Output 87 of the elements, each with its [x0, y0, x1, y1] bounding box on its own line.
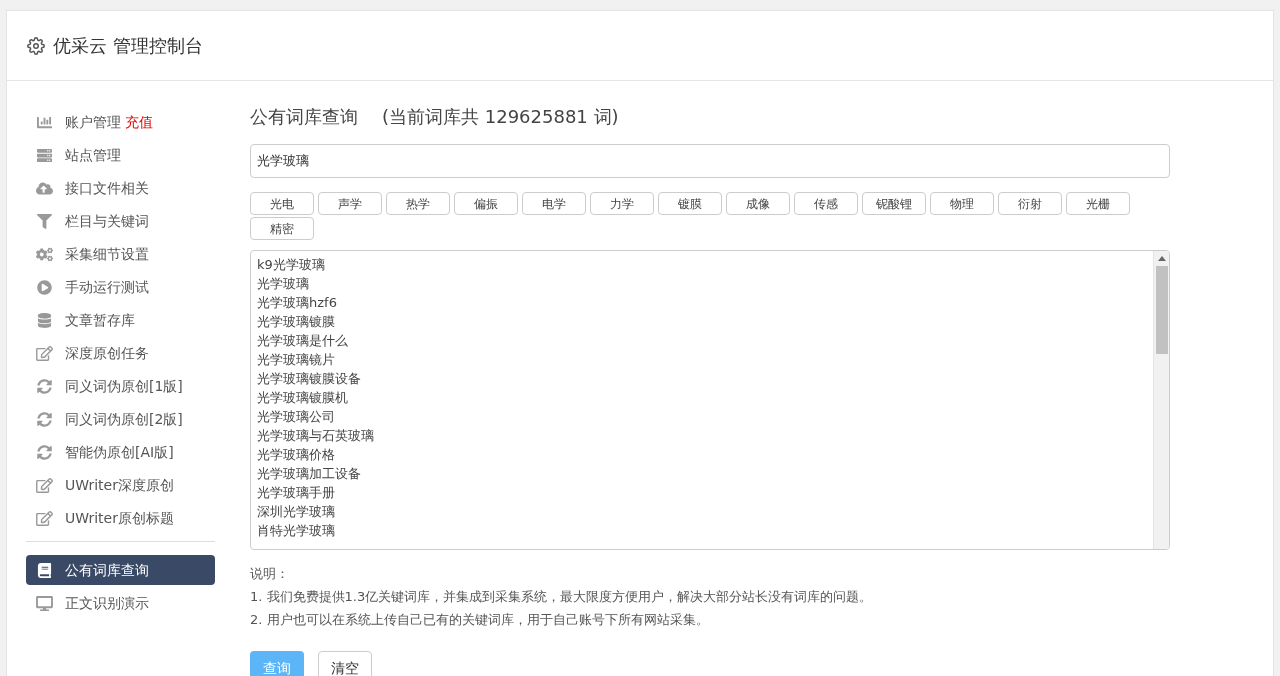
note-text: 1. 我们免费提供1.3亿关键词库，并集成到采集系统，最大限度方便用户，解决大部分站长没有词库的问题。	[250, 588, 874, 606]
result-item[interactable]: 光学玻璃与石英玻璃	[257, 426, 1147, 445]
play-icon	[36, 279, 53, 295]
scrollbar-thumb[interactable]	[1155, 266, 1168, 354]
database-icon	[36, 312, 53, 328]
sidebar-item[interactable]: 正文识别演示	[26, 588, 215, 618]
result-item[interactable]: 光学玻璃镀膜设备	[257, 369, 1147, 388]
result-item[interactable]: k9光学玻璃	[257, 255, 1147, 274]
result-item[interactable]: 光学玻璃镀膜	[257, 312, 1147, 331]
word-count: (当前词库共 129625881 词)	[382, 105, 619, 129]
result-item[interactable]: 肖特光学玻璃	[257, 521, 1147, 540]
sidebar-label: 账户管理	[65, 112, 121, 132]
scroll-up-arrow-icon[interactable]	[1157, 256, 1166, 261]
search-field[interactable]: 光学玻璃	[250, 144, 1170, 178]
page-title: 公有词库查询	[250, 105, 358, 129]
edit-icon	[36, 345, 53, 361]
tag-button[interactable]: 偏振	[454, 192, 518, 215]
edit-icon	[36, 477, 53, 493]
result-item[interactable]: 光学玻璃手册	[257, 483, 1147, 502]
sidebar-item[interactable]: 接口文件相关	[26, 173, 215, 203]
sidebar-label: 接口文件相关	[65, 178, 149, 198]
bar-chart-icon	[36, 114, 53, 130]
refresh-icon	[36, 378, 53, 394]
settings-icon	[27, 36, 45, 55]
tag-button[interactable]: 成像	[726, 192, 790, 215]
result-item[interactable]: 光学玻璃	[257, 274, 1147, 293]
sidebar-label: 智能伪原创[AI版]	[65, 442, 174, 462]
tag-button[interactable]: 声学	[318, 192, 382, 215]
sidebar-label: 栏目与关键词	[65, 211, 149, 231]
notes-title: 说明：	[250, 565, 290, 583]
tag-button[interactable]: 物理	[930, 192, 994, 215]
sidebar-label: 公有词库查询	[65, 560, 149, 580]
sidebar-item[interactable]: 同义词伪原创[2版]	[26, 404, 215, 434]
sidebar-item[interactable]: 深度原创任务	[26, 338, 215, 368]
tag-button[interactable]: 电学	[522, 192, 586, 215]
sidebar-item[interactable]: 手动运行测试	[26, 272, 215, 302]
sidebar-label: UWriter深度原创	[65, 475, 174, 495]
result-item[interactable]: 光学玻璃加工设备	[257, 464, 1147, 483]
result-item[interactable]: 光学玻璃镜片	[257, 350, 1147, 369]
tag-button[interactable]: 热学	[386, 192, 450, 215]
sidebar-label: UWriter原创标题	[65, 508, 174, 528]
tag-button[interactable]: 传感	[794, 192, 858, 215]
sidebar-label: 深度原创任务	[65, 343, 149, 363]
sidebar-item[interactable]: 栏目与关键词	[26, 206, 215, 236]
tag-button[interactable]: 光栅	[1066, 192, 1130, 215]
sidebar-item[interactable]: 同义词伪原创[1版]	[26, 371, 215, 401]
edit-icon	[36, 510, 53, 526]
gears-icon	[36, 246, 53, 262]
cloud-upload-icon	[36, 180, 53, 196]
sidebar-item[interactable]: 智能伪原创[AI版]	[26, 437, 215, 467]
sidebar-item[interactable]: 站点管理	[26, 140, 215, 170]
result-item[interactable]: 光学玻璃hzf6	[257, 293, 1147, 312]
book-icon	[36, 562, 53, 578]
result-item[interactable]: 光学玻璃价格	[257, 445, 1147, 464]
refresh-icon	[36, 444, 53, 460]
server-icon	[36, 147, 53, 163]
tag-button[interactable]: 镀膜	[658, 192, 722, 215]
sidebar-label: 正文识别演示	[65, 593, 149, 613]
sidebar-label: 文章暂存库	[65, 310, 135, 330]
console-title: 优采云 管理控制台	[53, 34, 203, 58]
sidebar-item[interactable]: 文章暂存库	[26, 305, 215, 335]
tag-button[interactable]: 衍射	[998, 192, 1062, 215]
result-item[interactable]: 深圳光学玻璃	[257, 502, 1147, 521]
tag-button[interactable]: 精密	[250, 217, 314, 240]
tag-button[interactable]: 力学	[590, 192, 654, 215]
sidebar-item[interactable]: 采集细节设置	[26, 239, 215, 269]
recharge-link[interactable]: 充值	[125, 111, 153, 133]
sidebar-label: 手动运行测试	[65, 277, 149, 297]
result-item[interactable]: 光学玻璃镀膜机	[257, 388, 1147, 407]
monitor-icon	[36, 595, 53, 611]
sidebar-label: 同义词伪原创[2版]	[65, 409, 183, 429]
sidebar-label: 同义词伪原创[1版]	[65, 376, 183, 396]
sidebar-item[interactable]: 公有词库查询	[26, 555, 215, 585]
scrollbar[interactable]	[1153, 251, 1169, 549]
sidebar-item[interactable]: 账户管理 充值	[26, 107, 215, 137]
sidebar-item[interactable]: UWriter深度原创	[26, 470, 215, 500]
sidebar-label: 站点管理	[65, 145, 121, 165]
sidebar-item[interactable]: UWriter原创标题	[26, 503, 215, 533]
result-item[interactable]: 光学玻璃是什么	[257, 331, 1147, 350]
note-text: 2. 用户也可以在系统上传自己已有的关键词库，用于自己账号下所有网站采集。	[250, 611, 710, 629]
refresh-icon	[36, 411, 53, 427]
filter-icon	[36, 213, 53, 229]
tag-button[interactable]: 光电	[250, 192, 314, 215]
tag-button[interactable]: 铌酸锂	[862, 192, 926, 215]
clear-button[interactable]: 清空	[318, 651, 372, 676]
result-item[interactable]: 光学玻璃公司	[257, 407, 1147, 426]
sidebar-label: 采集细节设置	[65, 244, 149, 264]
